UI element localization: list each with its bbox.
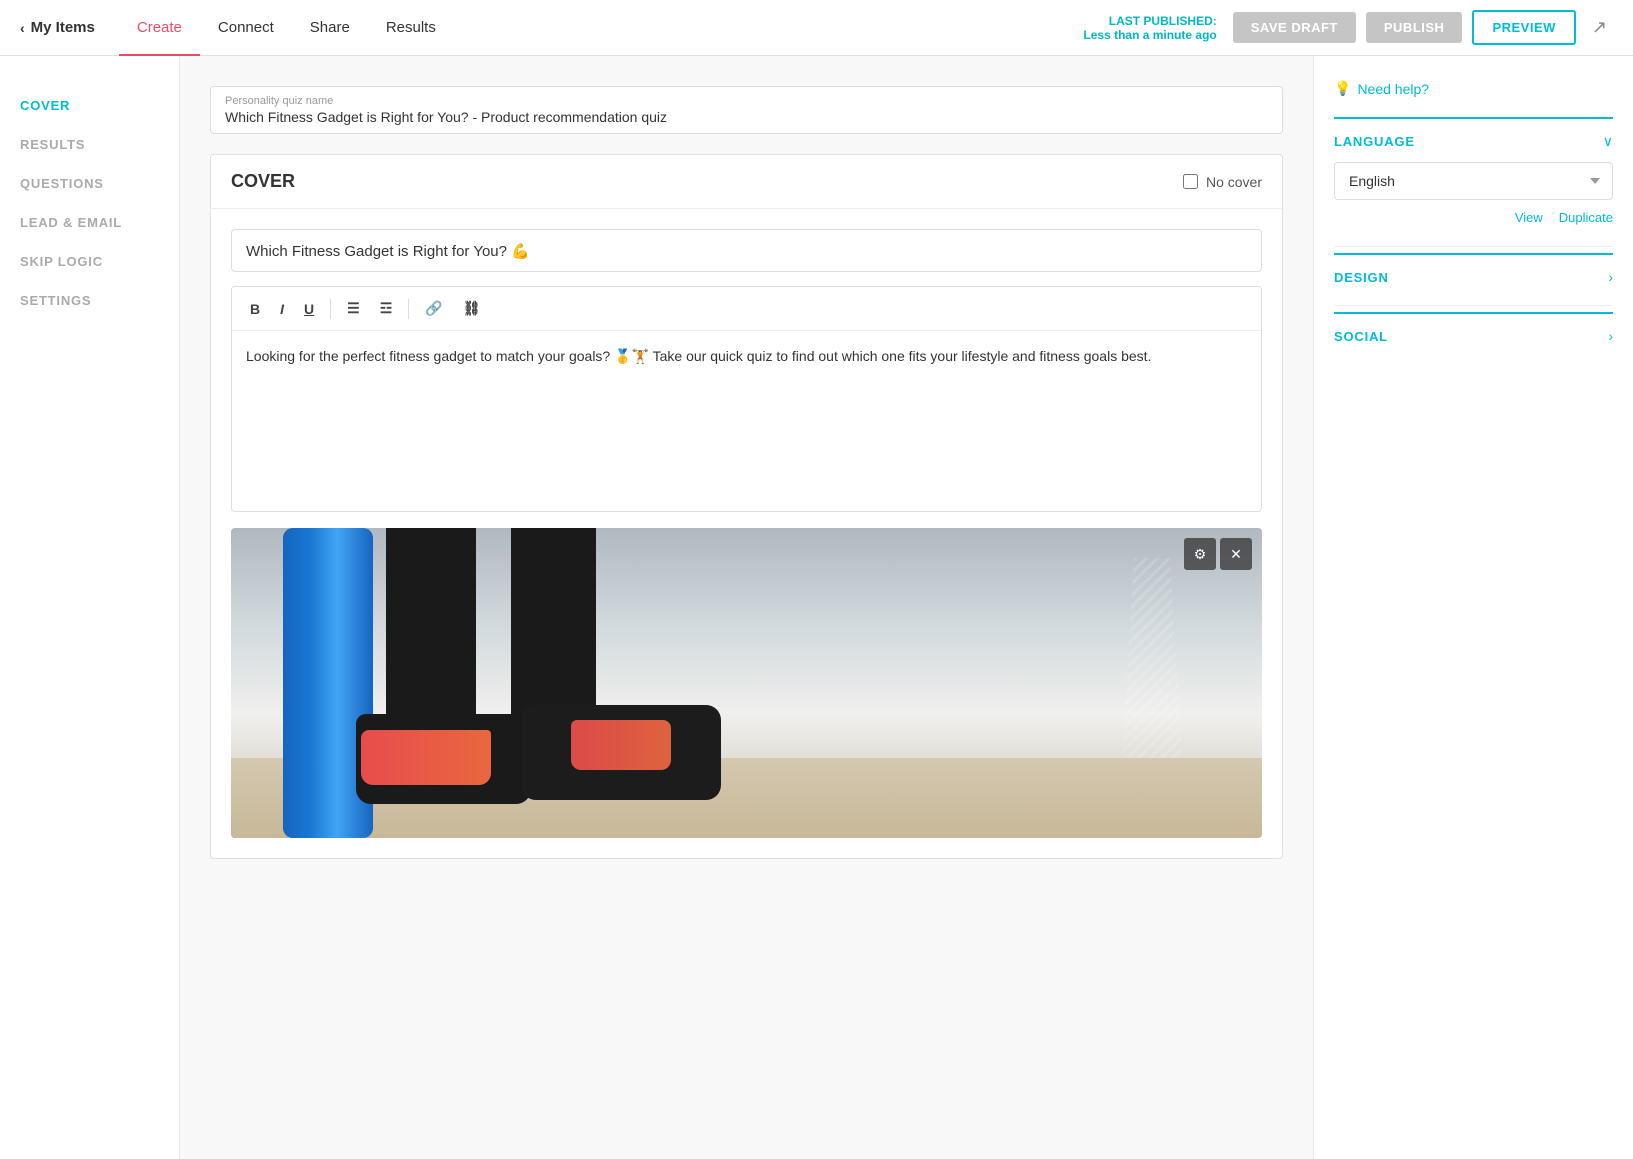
sidebar: COVER RESULTS QUESTIONS LEAD & EMAIL SKI… [0, 56, 180, 1159]
cover-section: COVER No cover B I [210, 154, 1283, 859]
shoe-left-lace [361, 730, 491, 785]
social-section-title: SOCIAL [1334, 329, 1388, 344]
close-icon: ✕ [1230, 546, 1242, 563]
view-link[interactable]: View [1515, 210, 1543, 226]
bullet-list-button[interactable]: ☰ [339, 295, 368, 322]
legging-pattern [1122, 558, 1182, 758]
need-help-label: Need help? [1357, 81, 1429, 97]
main-content: Personality quiz name COVER No cover [180, 56, 1313, 1159]
underline-icon: U [304, 301, 314, 317]
cover-header: COVER No cover [211, 155, 1282, 209]
no-cover-label[interactable]: No cover [1183, 174, 1262, 190]
last-published-time: Less than a minute ago [1083, 28, 1216, 42]
last-published-label: LAST PUBLISHED: [1083, 14, 1216, 28]
language-chevron-icon: ∨ [1603, 133, 1613, 150]
publish-button[interactable]: PUBLISH [1366, 12, 1463, 43]
nav-links: Create Connect Share Results [119, 0, 454, 56]
duplicate-link[interactable]: Duplicate [1559, 210, 1613, 226]
preview-button[interactable]: PREVIEW [1472, 10, 1575, 45]
image-settings-button[interactable]: ⚙ [1184, 538, 1216, 570]
back-label: My Items [31, 19, 95, 36]
design-section-title: DESIGN [1334, 270, 1389, 285]
nav-right-actions: LAST PUBLISHED: Less than a minute ago S… [1083, 10, 1613, 45]
cover-body: B I U ☰ ☲ [211, 209, 1282, 858]
bulb-icon: 💡 [1334, 80, 1351, 97]
save-draft-button[interactable]: SAVE DRAFT [1233, 12, 1356, 43]
italic-icon: I [280, 301, 284, 317]
link-icon: 🔗 [425, 300, 442, 317]
language-select-wrapper: English Spanish French German [1334, 162, 1613, 200]
cover-image-container: ⚙ ✕ [231, 528, 1262, 838]
image-overlay-controls: ⚙ ✕ [1184, 538, 1252, 570]
language-select[interactable]: English Spanish French German [1334, 162, 1613, 200]
top-navigation: ‹ My Items Create Connect Share Results … [0, 0, 1633, 56]
link-button[interactable]: 🔗 [417, 295, 450, 322]
panel-divider-1 [1334, 246, 1613, 247]
toolbar-divider-2 [408, 299, 409, 319]
italic-button[interactable]: I [272, 296, 292, 322]
language-section-title: LANGUAGE [1334, 134, 1415, 149]
sidebar-item-lead-email[interactable]: LEAD & EMAIL [20, 203, 159, 242]
nav-link-results[interactable]: Results [368, 0, 454, 56]
bullet-list-icon: ☰ [347, 300, 360, 317]
gear-icon: ⚙ [1194, 546, 1207, 563]
back-arrow: ‹ [20, 20, 25, 36]
sidebar-item-results[interactable]: RESULTS [20, 125, 159, 164]
quiz-name-input[interactable] [225, 109, 1268, 125]
social-chevron-icon: › [1608, 328, 1613, 344]
underline-button[interactable]: U [296, 296, 322, 322]
unlink-icon: ⛓ [463, 300, 481, 317]
fitness-image [231, 528, 1262, 838]
rte-content[interactable]: Looking for the perfect fitness gadget t… [232, 331, 1261, 511]
nav-extra-icon-button[interactable]: ↗ [1586, 13, 1613, 42]
rte-toolbar: B I U ☰ ☲ [232, 287, 1261, 331]
nav-link-connect[interactable]: Connect [200, 0, 292, 56]
main-layout: COVER RESULTS QUESTIONS LEAD & EMAIL SKI… [0, 56, 1633, 1159]
language-section: LANGUAGE ∨ English Spanish French German… [1334, 117, 1613, 240]
toolbar-divider-1 [330, 299, 331, 319]
sidebar-item-settings[interactable]: SETTINGS [20, 281, 159, 320]
no-cover-text: No cover [1206, 174, 1262, 190]
back-to-my-items[interactable]: ‹ My Items [20, 19, 95, 36]
shoe-right-lace [571, 720, 671, 770]
social-section-header[interactable]: SOCIAL › [1334, 328, 1613, 344]
design-chevron-icon: › [1608, 269, 1613, 285]
quiz-name-wrapper: Personality quiz name [210, 86, 1283, 134]
design-section-header[interactable]: DESIGN › [1334, 269, 1613, 285]
need-help-link[interactable]: 💡 Need help? [1334, 80, 1613, 97]
sidebar-item-skip-logic[interactable]: SKIP LOGIC [20, 242, 159, 281]
social-section: SOCIAL › [1334, 312, 1613, 358]
nav-link-share[interactable]: Share [292, 0, 368, 56]
language-panel-actions: View Duplicate [1334, 210, 1613, 226]
no-cover-checkbox[interactable] [1183, 174, 1198, 189]
last-published-info: LAST PUBLISHED: Less than a minute ago [1083, 14, 1216, 42]
quiz-name-label: Personality quiz name [225, 95, 1268, 107]
panel-divider-2 [1334, 305, 1613, 306]
numbered-list-button[interactable]: ☲ [372, 295, 401, 322]
nav-link-create[interactable]: Create [119, 0, 200, 56]
design-section: DESIGN › [1334, 253, 1613, 299]
cover-title: COVER [231, 171, 295, 192]
sidebar-item-cover[interactable]: COVER [20, 86, 159, 125]
bold-icon: B [250, 301, 260, 317]
right-panel: 💡 Need help? LANGUAGE ∨ English Spanish … [1313, 56, 1633, 1159]
image-remove-button[interactable]: ✕ [1220, 538, 1252, 570]
bold-button[interactable]: B [242, 296, 268, 322]
numbered-list-icon: ☲ [380, 300, 393, 317]
rich-text-editor: B I U ☰ ☲ [231, 286, 1262, 512]
send-icon: ↗ [1592, 17, 1607, 37]
quiz-title-input[interactable] [231, 229, 1262, 272]
unlink-button[interactable]: ⛓ [455, 295, 489, 322]
language-section-header[interactable]: LANGUAGE ∨ [1334, 133, 1613, 150]
sidebar-item-questions[interactable]: QUESTIONS [20, 164, 159, 203]
